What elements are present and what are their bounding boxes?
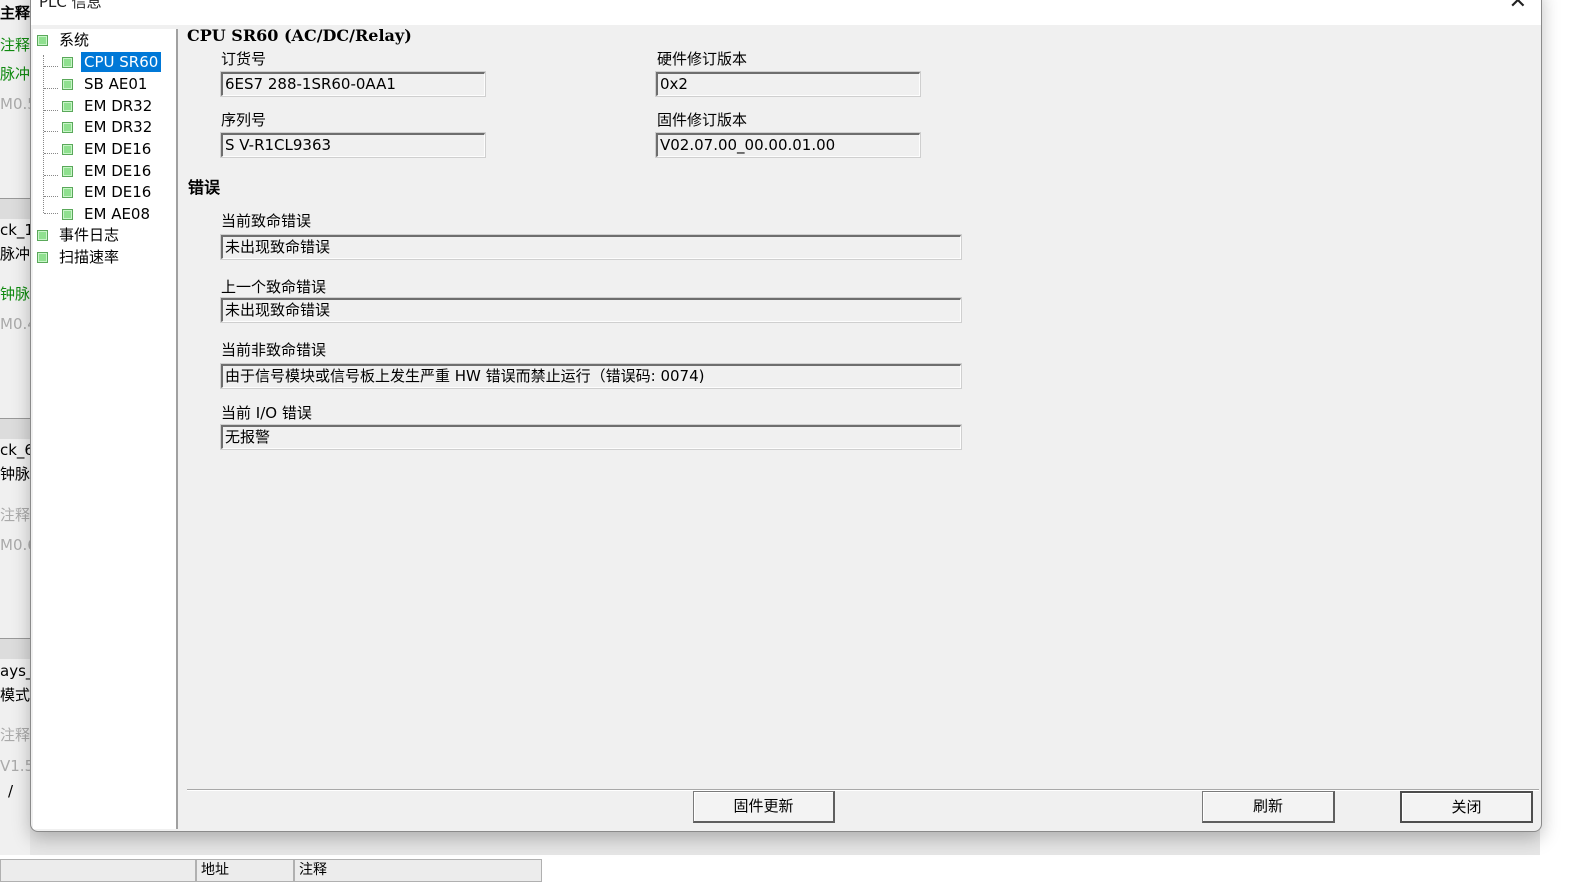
fw-revision-label: 固件修订版本 [657, 111, 748, 129]
status-node-icon [62, 57, 73, 68]
tree-connector [44, 131, 58, 132]
tree-connector [44, 213, 58, 214]
close-icon[interactable]: ✕ [1509, 0, 1527, 13]
previous-fatal-error-field[interactable]: 未出现致命错误 [220, 297, 962, 323]
hw-revision-field[interactable]: 0x2 [655, 71, 921, 97]
hw-revision-label: 硬件修订版本 [657, 50, 748, 68]
tree-item-em-de16[interactable]: EM DE16 [62, 139, 154, 159]
errors-title: 错误 [188, 178, 221, 197]
order-number-field[interactable]: 6ES7 288-1SR60-0AA1 [220, 71, 486, 97]
tree-item-sb-ae01[interactable]: SB AE01 [62, 74, 150, 94]
background-app-left: 主释 注释 脉冲 M0.5 ck_1 脉冲 钟脉 M0.4 ck_6 钟脉 注释… [0, 0, 30, 882]
bg-text: M0.4 [0, 315, 30, 333]
status-node-icon [37, 35, 48, 46]
current-nonfatal-error-label: 当前非致命错误 [221, 341, 327, 359]
bg-text: M0.5 [0, 95, 30, 113]
bg-column-header-comment: 注释 [294, 859, 542, 882]
status-node-icon [62, 79, 73, 90]
current-io-error-label: 当前 I/O 错误 [221, 404, 312, 422]
dialog-title: PLC 信息 [39, 0, 102, 11]
bg-text: 钟脉 [0, 465, 30, 483]
bg-text: ck_1 [0, 221, 30, 239]
bg-text: M0.6 [0, 536, 30, 554]
tree-item-scan-rate[interactable]: 扫描速率 [37, 247, 122, 267]
firmware-update-button[interactable]: 固件更新 [693, 791, 835, 823]
tree-item-system[interactable]: 系统 [37, 30, 92, 50]
background-app-right [1540, 0, 1591, 882]
bg-text: 注释 [0, 726, 30, 744]
bg-text: 模式 [0, 686, 30, 704]
bg-divider [0, 418, 30, 439]
bg-column-header-address: 地址 [196, 859, 294, 882]
bg-text: ck_6 [0, 441, 30, 459]
status-node-icon [62, 187, 73, 198]
bg-text: 注释 [0, 506, 30, 524]
button-separator [187, 789, 1539, 791]
tree-connector [44, 175, 58, 176]
bg-divider [0, 638, 30, 659]
tree-item-label: EM DE16 [84, 183, 152, 201]
tree-connector [44, 110, 58, 111]
tree-item-label: EM DE16 [84, 162, 152, 180]
dialog-title-bar: PLC 信息 ✕ [31, 0, 1541, 25]
status-node-icon [62, 209, 73, 220]
tree-item-label: 事件日志 [59, 226, 120, 244]
tree-connector [43, 55, 44, 213]
current-nonfatal-error-field[interactable]: 由于信号模块或信号板上发生严重 HW 错误而禁止运行（错误码: 0074) [220, 363, 962, 389]
current-io-error-field[interactable]: 无报警 [220, 424, 962, 450]
serial-number-field[interactable]: S V-R1CL9363 [220, 132, 486, 158]
tree-item-event-log[interactable]: 事件日志 [37, 225, 122, 245]
order-number-label: 订货号 [221, 50, 267, 68]
current-fatal-error-label: 当前致命错误 [221, 212, 312, 230]
navigation-tree: 系统 CPU SR60 SB AE01 EM DR32 EM DR32 EM D… [33, 29, 178, 829]
tree-item-label: EM DR32 [84, 97, 153, 115]
tree-item-label: 系统 [59, 31, 90, 49]
tree-item-cpu-sr60[interactable]: CPU SR60 [62, 52, 162, 72]
bg-text: ays_ [0, 662, 30, 680]
serial-number-label: 序列号 [221, 111, 267, 129]
tree-item-em-de16[interactable]: EM DE16 [62, 161, 154, 181]
status-node-icon [62, 166, 73, 177]
tree-item-label: CPU SR60 [81, 52, 162, 72]
tree-item-em-de16[interactable]: EM DE16 [62, 182, 154, 202]
tree-item-label: SB AE01 [84, 75, 148, 93]
fw-revision-field[interactable]: V02.07.00_00.00.01.00 [655, 132, 921, 158]
status-node-icon [37, 230, 48, 241]
tree-connector [44, 196, 58, 197]
tree-item-label: EM DE16 [84, 140, 152, 158]
tree-item-em-dr32[interactable]: EM DR32 [62, 117, 155, 137]
status-node-icon [37, 252, 48, 263]
bg-text: 钟脉 [0, 285, 30, 303]
tree-item-label: EM AE08 [84, 205, 151, 223]
detail-panel: CPU SR60 (AC/DC/Relay) 订货号 6ES7 288-1SR6… [179, 25, 1539, 829]
previous-fatal-error-label: 上一个致命错误 [221, 278, 327, 296]
tree-connector [44, 66, 58, 67]
tree-item-em-ae08[interactable]: EM AE08 [62, 204, 153, 224]
bg-text: V1.5 [0, 757, 30, 775]
close-button[interactable]: 关闭 [1400, 791, 1533, 823]
tree-connector [44, 153, 58, 154]
status-node-icon [62, 144, 73, 155]
tree-item-label: 扫描速率 [59, 248, 120, 266]
tree-connector [44, 88, 58, 89]
status-node-icon [62, 122, 73, 133]
tree-item-em-dr32[interactable]: EM DR32 [62, 96, 155, 116]
refresh-button[interactable]: 刷新 [1202, 791, 1335, 823]
bg-text: 主释 [0, 4, 30, 22]
bg-text: 注释 [0, 36, 30, 54]
background-table-header: 地址 注释 [0, 855, 1591, 882]
plc-info-dialog: PLC 信息 ✕ 系统 CPU SR60 SB AE01 EM DR32 EM … [30, 0, 1542, 832]
bg-text: 脉冲 [0, 65, 30, 83]
current-fatal-error-field[interactable]: 未出现致命错误 [220, 234, 962, 260]
bg-divider [0, 198, 30, 219]
status-node-icon [62, 101, 73, 112]
bg-column-header [0, 859, 196, 882]
bg-text: 脉冲 [0, 245, 30, 263]
device-title: CPU SR60 (AC/DC/Relay) [187, 26, 412, 45]
tree-item-label: EM DR32 [84, 118, 153, 136]
bg-text: / [8, 782, 14, 800]
